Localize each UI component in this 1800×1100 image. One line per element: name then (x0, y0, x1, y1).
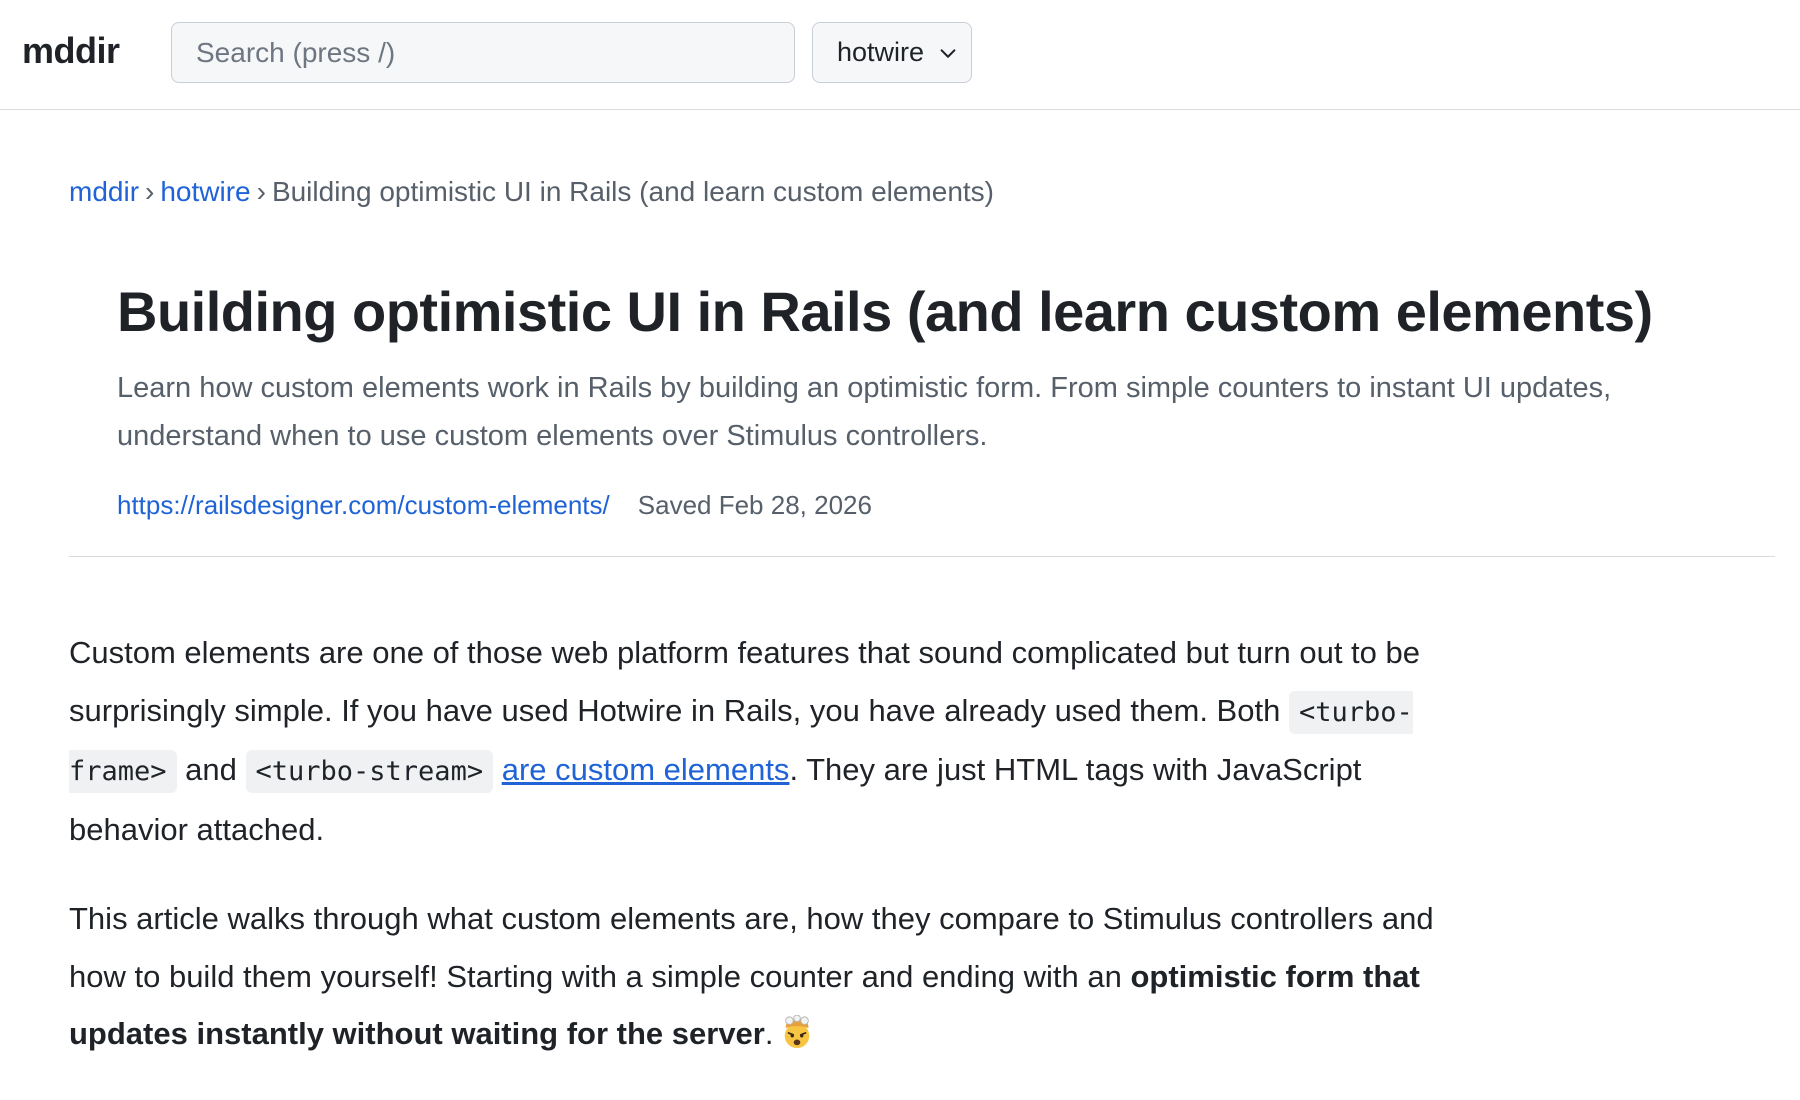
article-body: Custom elements are one of those web pla… (69, 624, 1469, 1095)
saved-date: Saved Feb 28, 2026 (637, 490, 872, 521)
custom-elements-link[interactable]: are custom elements (502, 752, 790, 787)
article-paragraph: This article walks through what custom e… (69, 890, 1469, 1063)
breadcrumb-category-link[interactable]: hotwire (160, 176, 250, 207)
breadcrumb: mddir › hotwire › Building optimistic UI in … (69, 176, 994, 208)
breadcrumb-separator: › (145, 176, 155, 207)
search-input[interactable] (171, 22, 795, 83)
paragraph-text: . (764, 1016, 774, 1051)
breadcrumb-home-link[interactable]: mddir (69, 176, 139, 207)
inline-code: <turbo-stream> (245, 750, 494, 793)
paragraph-text: Custom elements are one of those web pla… (69, 635, 1420, 728)
brand-logo-link[interactable]: mddir (22, 30, 120, 72)
source-url-link[interactable]: https://railsdesigner.com/custom-element… (117, 490, 610, 520)
article-description: Learn how custom elements work in Rails … (117, 372, 1612, 453)
article-meta: https://railsdesigner.com/custom-element… (117, 490, 1777, 521)
exploding-head-emoji-icon (784, 1015, 809, 1049)
header-divider (69, 556, 1775, 557)
breadcrumb-current: Building optimistic UI in Rails (and lea… (271, 176, 995, 207)
top-bar: mddir hotwire (0, 0, 1800, 110)
paragraph-text (493, 752, 502, 787)
page-title: Building optimistic UI in Rails (and lea… (117, 280, 1653, 343)
article-paragraph: Custom elements are one of those web pla… (69, 624, 1469, 858)
chevron-down-icon (940, 49, 956, 58)
paragraph-text: and (176, 752, 246, 787)
category-filter-select[interactable]: hotwire (812, 22, 972, 83)
breadcrumb-separator: › (256, 176, 266, 207)
category-filter-value: hotwire (837, 37, 925, 67)
article-header: Building optimistic UI in Rails (and lea… (117, 280, 1777, 521)
